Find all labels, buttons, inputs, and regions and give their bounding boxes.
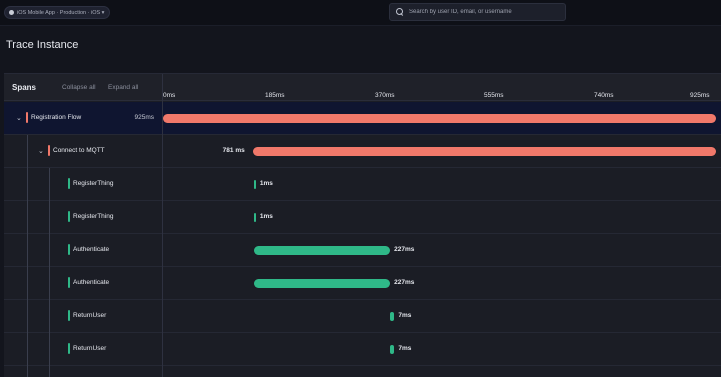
trace-panel: Spans Collapse all Expand all 0ms 185ms 37… [4,73,721,377]
span-row[interactable]: Authenticate 227ms [4,267,721,300]
timeline-tick-label: 925ms [690,92,710,99]
span-name: ReturnUser [73,312,107,319]
span-name: RegisterThing [73,213,114,220]
span-color-marker [68,343,70,354]
span-name: Registration Flow [31,114,82,121]
span-duration-bar[interactable] [252,147,716,156]
span-duration-bar[interactable] [253,213,256,222]
span-color-marker [48,145,50,156]
apple-icon [9,10,14,15]
expand-all-button[interactable]: Expand all [108,84,138,91]
span-duration-bar[interactable] [254,246,391,255]
span-row[interactable]: ReturnUser 7ms [4,300,721,333]
span-duration-label: 1ms [259,180,273,187]
span-duration-label: 781 ms [222,147,245,154]
span-color-marker [26,112,28,123]
span-duration-label: 7ms [398,312,412,319]
span-color-marker [68,277,70,288]
timeline-tick-label: 185ms [265,92,285,99]
span-row[interactable]: RegisterThing 1ms [4,168,721,201]
chevron-down-icon[interactable]: ⌄ [16,114,22,122]
span-color-marker [68,310,70,321]
span-color-marker [68,244,70,255]
app-selector-label: iOS Mobile App · Production · iOS ▾ [17,9,105,16]
timeline-tick-label: 0ms [163,92,176,99]
spans-title: Spans [12,83,37,92]
span-name: Authenticate [73,279,110,286]
span-duration-bar[interactable] [390,312,395,321]
span-row[interactable]: ⌄ Connect to MQTT 781 ms [4,135,721,168]
span-duration-label: 7ms [398,345,412,352]
page-title: Trace Instance [6,39,79,51]
timeline-tick-label: 370ms [375,92,395,99]
span-row[interactable]: ReturnUser 7ms [4,333,721,366]
span-duration-label: 1ms [259,213,273,220]
timeline-tick-label: 740ms [594,92,614,99]
span-name: ReturnUser [73,345,107,352]
span-name: Connect to MQTT [53,147,105,154]
app-selector[interactable]: iOS Mobile App · Production · iOS ▾ [4,6,111,19]
collapse-all-button[interactable]: Collapse all [62,84,96,91]
span-color-marker [68,178,70,189]
span-row[interactable]: ⌄ Registration Flow 925ms [4,102,721,135]
span-name: RegisterThing [73,180,114,187]
search-icon [396,8,404,16]
span-duration-bar[interactable] [253,180,256,189]
span-name: Authenticate [73,246,110,253]
column-divider[interactable] [162,74,163,377]
span-duration-label: 227ms [394,246,415,253]
spans-header: Spans Collapse all Expand all 0ms 185ms 37… [4,74,721,101]
tree-guide-line [27,135,28,377]
span-duration-bar[interactable] [163,114,716,123]
span-duration-bar[interactable] [254,279,391,288]
top-bar: iOS Mobile App · Production · iOS ▾ [0,0,721,26]
search-box[interactable] [389,3,566,21]
span-duration-label: 227ms [394,279,415,286]
chevron-down-icon[interactable]: ⌄ [38,147,44,155]
timeline-tick-label: 555ms [484,92,504,99]
tree-guide-line [49,168,50,377]
span-row[interactable]: Authenticate 227ms [4,234,721,267]
span-duration-label: 925ms [134,114,154,121]
span-duration-bar[interactable] [390,345,395,354]
span-row[interactable]: RegisterThing 1ms [4,201,721,234]
search-input[interactable] [409,9,559,15]
span-color-marker [68,211,70,222]
